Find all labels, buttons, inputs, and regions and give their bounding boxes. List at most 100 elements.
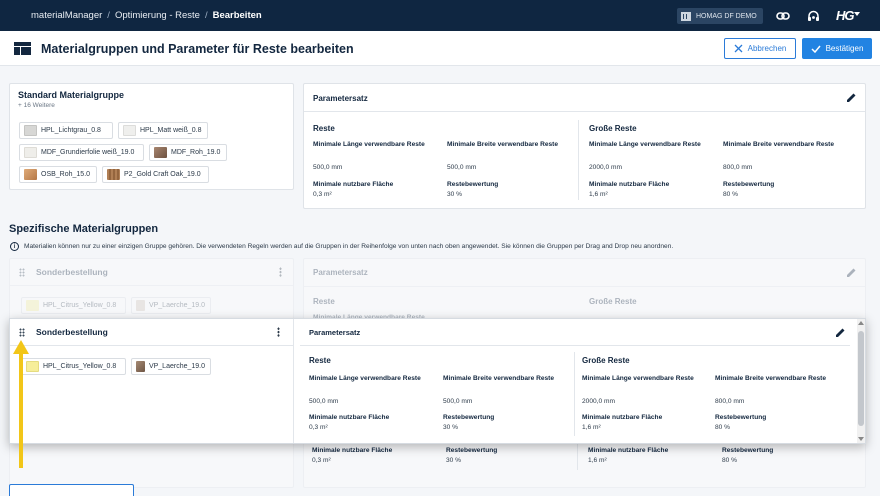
rating-label: Restebewertung: [723, 181, 775, 188]
parameter-set-card: Parametersatz Reste Minimale Länge verwe…: [303, 83, 866, 209]
min-area-value: 0,3 m²: [309, 424, 328, 431]
scroll-down-arrow-icon[interactable]: [858, 437, 864, 441]
min-width-label: Minimale Breite verwendbare Reste: [447, 141, 559, 148]
edit-pencil-icon[interactable]: [846, 92, 857, 103]
confirm-label: Bestätigen: [825, 44, 864, 53]
add-group-button[interactable]: [9, 484, 134, 496]
ghost-grosse-title: Große Reste: [589, 297, 637, 306]
specific-groups-title: Spezifische Materialgruppen: [9, 223, 159, 235]
min-width-value: 500,0 mm: [443, 398, 473, 405]
rating-label: Restebewertung: [447, 181, 499, 188]
parameter-set-title: Parametersatz: [309, 328, 361, 337]
min-width-value: 500,0 mm: [447, 164, 477, 171]
min-area-label: Minimale nutzbare Fläche: [312, 447, 393, 454]
material-chip[interactable]: P2_Gold Craft Oak_19.0: [102, 166, 209, 183]
min-area-label: Minimale nutzbare Fläche: [588, 447, 669, 454]
dragged-group-card[interactable]: Sonderbestellung HPL_Citrus_Yellow_0.8 V…: [9, 318, 866, 444]
min-length-value: 500,0 mm: [309, 398, 339, 405]
more-materials-link[interactable]: + 16 Weitere: [18, 102, 55, 109]
material-swatch: [107, 169, 120, 180]
tenant-label: HOMAG DF DEMO: [696, 12, 757, 20]
support-headset-icon[interactable]: [806, 9, 820, 23]
material-swatch: [26, 361, 39, 372]
material-chip[interactable]: HPL_Citrus_Yellow_0.8: [21, 358, 126, 375]
rating-label: Restebewertung: [715, 414, 767, 421]
material-chip[interactable]: HPL_Matt weiß_0.8: [118, 122, 208, 139]
annotation-arrow-shaft: [19, 350, 23, 468]
breadcrumb-app[interactable]: materialManager: [31, 10, 102, 21]
breadcrumb-optimierung[interactable]: Optimierung - Reste: [115, 10, 200, 21]
material-chip[interactable]: HPL_Lichtgrau_0.8: [19, 122, 113, 139]
reste-title: Reste: [309, 356, 331, 365]
material-swatch: [123, 125, 136, 136]
min-area-label: Minimale nutzbare Fläche: [309, 414, 390, 421]
scrollbar-thumb[interactable]: [858, 331, 864, 426]
min-width-label: Minimale Breite verwendbare Reste: [443, 375, 555, 382]
min-length-value: 2000,0 mm: [589, 164, 622, 171]
parameter-set-header: Parametersatz: [304, 84, 865, 112]
ghost-reste-title: Reste: [313, 297, 335, 306]
min-area-value: 1,6 m²: [582, 424, 601, 431]
more-vertical-icon: [279, 267, 282, 277]
rating-value: 80 %: [722, 457, 738, 464]
material-swatch: [24, 169, 37, 180]
tenant-selector[interactable]: HOMAG DF DEMO: [677, 8, 763, 24]
min-area-value: 0,3 m²: [312, 457, 331, 464]
breadcrumb-separator: /: [204, 10, 208, 21]
check-icon: [811, 45, 821, 53]
cancel-label: Abbrechen: [747, 44, 787, 53]
material-chip-list: HPL_Lichtgrau_0.8 HPL_Matt weiß_0.8 MDF_…: [19, 122, 281, 183]
annotation-arrow-up-icon: [13, 340, 29, 354]
grosse-reste-title: Große Reste: [582, 356, 630, 365]
standard-group-card: Standard Materialgruppe + 16 Weitere HPL…: [9, 83, 294, 190]
min-area-value: 0,3 m²: [313, 191, 332, 198]
min-length-label: Minimale Länge verwendbare Reste: [589, 141, 701, 148]
material-chip[interactable]: OSB_Roh_15.0: [19, 166, 97, 183]
parameter-set-title: Parametersatz: [313, 94, 368, 103]
close-icon: [734, 44, 743, 53]
min-length-label: Minimale Länge verwendbare Reste: [313, 141, 425, 148]
breadcrumb-current: Bearbeiten: [212, 10, 262, 21]
confirm-button[interactable]: Bestätigen: [802, 38, 872, 59]
min-length-value: 500,0 mm: [313, 164, 343, 171]
reste-title: Reste: [313, 124, 335, 133]
material-chip[interactable]: VP_Laerche_19.0: [131, 358, 211, 375]
cancel-button[interactable]: Abbrechen: [724, 38, 796, 59]
group-title: Sonderbestellung: [36, 327, 108, 337]
link-icon[interactable]: [776, 9, 790, 23]
min-width-value: 800,0 mm: [723, 164, 753, 171]
info-icon: i: [10, 242, 19, 251]
top-navigation-bar: materialManager / Optimierung - Reste / …: [0, 0, 880, 31]
info-text: Materialien können nur zu einer einzigen…: [24, 243, 674, 250]
edit-pencil-icon[interactable]: [835, 327, 846, 338]
grosse-reste-title: Große Reste: [589, 124, 637, 133]
material-swatch: [24, 147, 37, 158]
standard-group-title: Standard Materialgruppe: [18, 90, 125, 100]
rating-value: 30 %: [446, 457, 462, 464]
drag-handle-icon: [19, 268, 25, 277]
edit-pencil-icon: [847, 268, 856, 277]
building-icon: [681, 11, 691, 21]
more-vertical-icon[interactable]: [277, 327, 280, 337]
drag-handle-icon[interactable]: [19, 328, 25, 337]
rating-value: 80 %: [715, 424, 731, 431]
material-swatch: [154, 147, 167, 158]
scroll-up-arrow-icon[interactable]: [858, 321, 864, 325]
min-area-label: Minimale nutzbare Fläche: [582, 414, 663, 421]
min-width-value: 800,0 mm: [715, 398, 745, 405]
material-chip[interactable]: MDF_Roh_19.0: [149, 144, 227, 161]
divider: [578, 120, 579, 200]
rating-value: 80 %: [723, 191, 739, 198]
material-chip: VP_Laerche_19.0: [131, 297, 211, 314]
breadcrumb: materialManager / Optimierung - Reste / …: [31, 0, 262, 31]
chevron-down-icon[interactable]: [854, 12, 860, 16]
rating-value: 30 %: [443, 424, 459, 431]
rating-value: 30 %: [447, 191, 463, 198]
material-chip[interactable]: MDF_Grundierfolie weiß_19.0: [19, 144, 144, 161]
material-swatch: [136, 361, 145, 372]
page-header: Materialgruppen und Parameter für Reste …: [0, 31, 880, 66]
scrollbar[interactable]: [857, 319, 865, 443]
material-chip: HPL_Citrus_Yellow_0.8: [21, 297, 126, 314]
layout-table-icon: [14, 42, 31, 55]
brand-logo[interactable]: HG: [836, 8, 854, 23]
